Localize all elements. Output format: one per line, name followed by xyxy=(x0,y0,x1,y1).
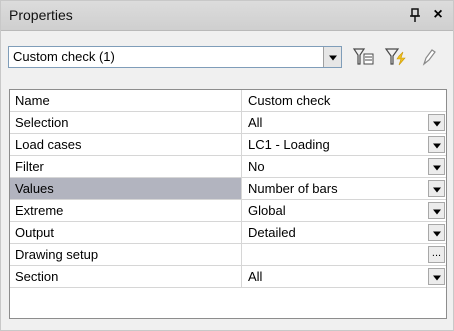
property-value[interactable]: All xyxy=(243,266,446,287)
property-row-extreme[interactable]: Extreme Global xyxy=(10,200,446,222)
ellipsis-button[interactable]: ... xyxy=(428,246,445,263)
property-label: Values xyxy=(10,178,242,199)
property-label: Load cases xyxy=(10,134,242,155)
pin-icon[interactable] xyxy=(409,7,423,23)
property-row-selection[interactable]: Selection All xyxy=(10,112,446,134)
properties-toolbar: Custom check (1) xyxy=(1,32,453,80)
chevron-down-icon[interactable] xyxy=(428,114,445,131)
object-selector-value: Custom check (1) xyxy=(13,49,115,64)
chevron-down-icon[interactable] xyxy=(323,47,341,67)
property-value[interactable] xyxy=(243,244,446,265)
property-row-drawing-setup[interactable]: Drawing setup ... xyxy=(10,244,446,266)
panel-title-bar: Properties × xyxy=(1,1,453,31)
property-grid: Name Custom check Selection All Load cas… xyxy=(9,89,447,319)
property-row-section[interactable]: Section All xyxy=(10,266,446,288)
chevron-down-icon[interactable] xyxy=(428,202,445,219)
property-label: Name xyxy=(10,90,242,111)
close-icon[interactable]: × xyxy=(431,6,445,24)
chevron-down-icon[interactable] xyxy=(428,224,445,241)
property-row-output[interactable]: Output Detailed xyxy=(10,222,446,244)
add-filter-icon[interactable] xyxy=(352,46,376,68)
property-value[interactable]: Detailed xyxy=(243,222,446,243)
property-value[interactable]: LC1 - Loading xyxy=(243,134,446,155)
property-label: Section xyxy=(10,266,242,287)
property-label: Filter xyxy=(10,156,242,177)
chevron-down-icon[interactable] xyxy=(428,136,445,153)
property-label: Output xyxy=(10,222,242,243)
property-value[interactable]: Global xyxy=(243,200,446,221)
property-row-filter[interactable]: Filter No xyxy=(10,156,446,178)
apply-filter-icon[interactable] xyxy=(384,46,408,68)
property-value[interactable]: No xyxy=(243,156,446,177)
property-label: Selection xyxy=(10,112,242,133)
properties-panel: Properties × Custom check (1) Name Custo… xyxy=(0,0,454,331)
property-label: Drawing setup xyxy=(10,244,242,265)
chevron-down-icon[interactable] xyxy=(428,158,445,175)
property-value[interactable]: Custom check xyxy=(243,90,446,111)
edit-icon[interactable] xyxy=(416,46,440,68)
property-label: Extreme xyxy=(10,200,242,221)
property-row-values[interactable]: Values Number of bars xyxy=(10,178,446,200)
chevron-down-icon[interactable] xyxy=(428,180,445,197)
property-value[interactable]: All xyxy=(243,112,446,133)
property-row-load-cases[interactable]: Load cases LC1 - Loading xyxy=(10,134,446,156)
panel-title: Properties xyxy=(9,7,73,23)
property-row-name[interactable]: Name Custom check xyxy=(10,90,446,112)
chevron-down-icon[interactable] xyxy=(428,268,445,285)
object-selector-combo[interactable]: Custom check (1) xyxy=(8,46,342,68)
property-value[interactable]: Number of bars xyxy=(243,178,446,199)
